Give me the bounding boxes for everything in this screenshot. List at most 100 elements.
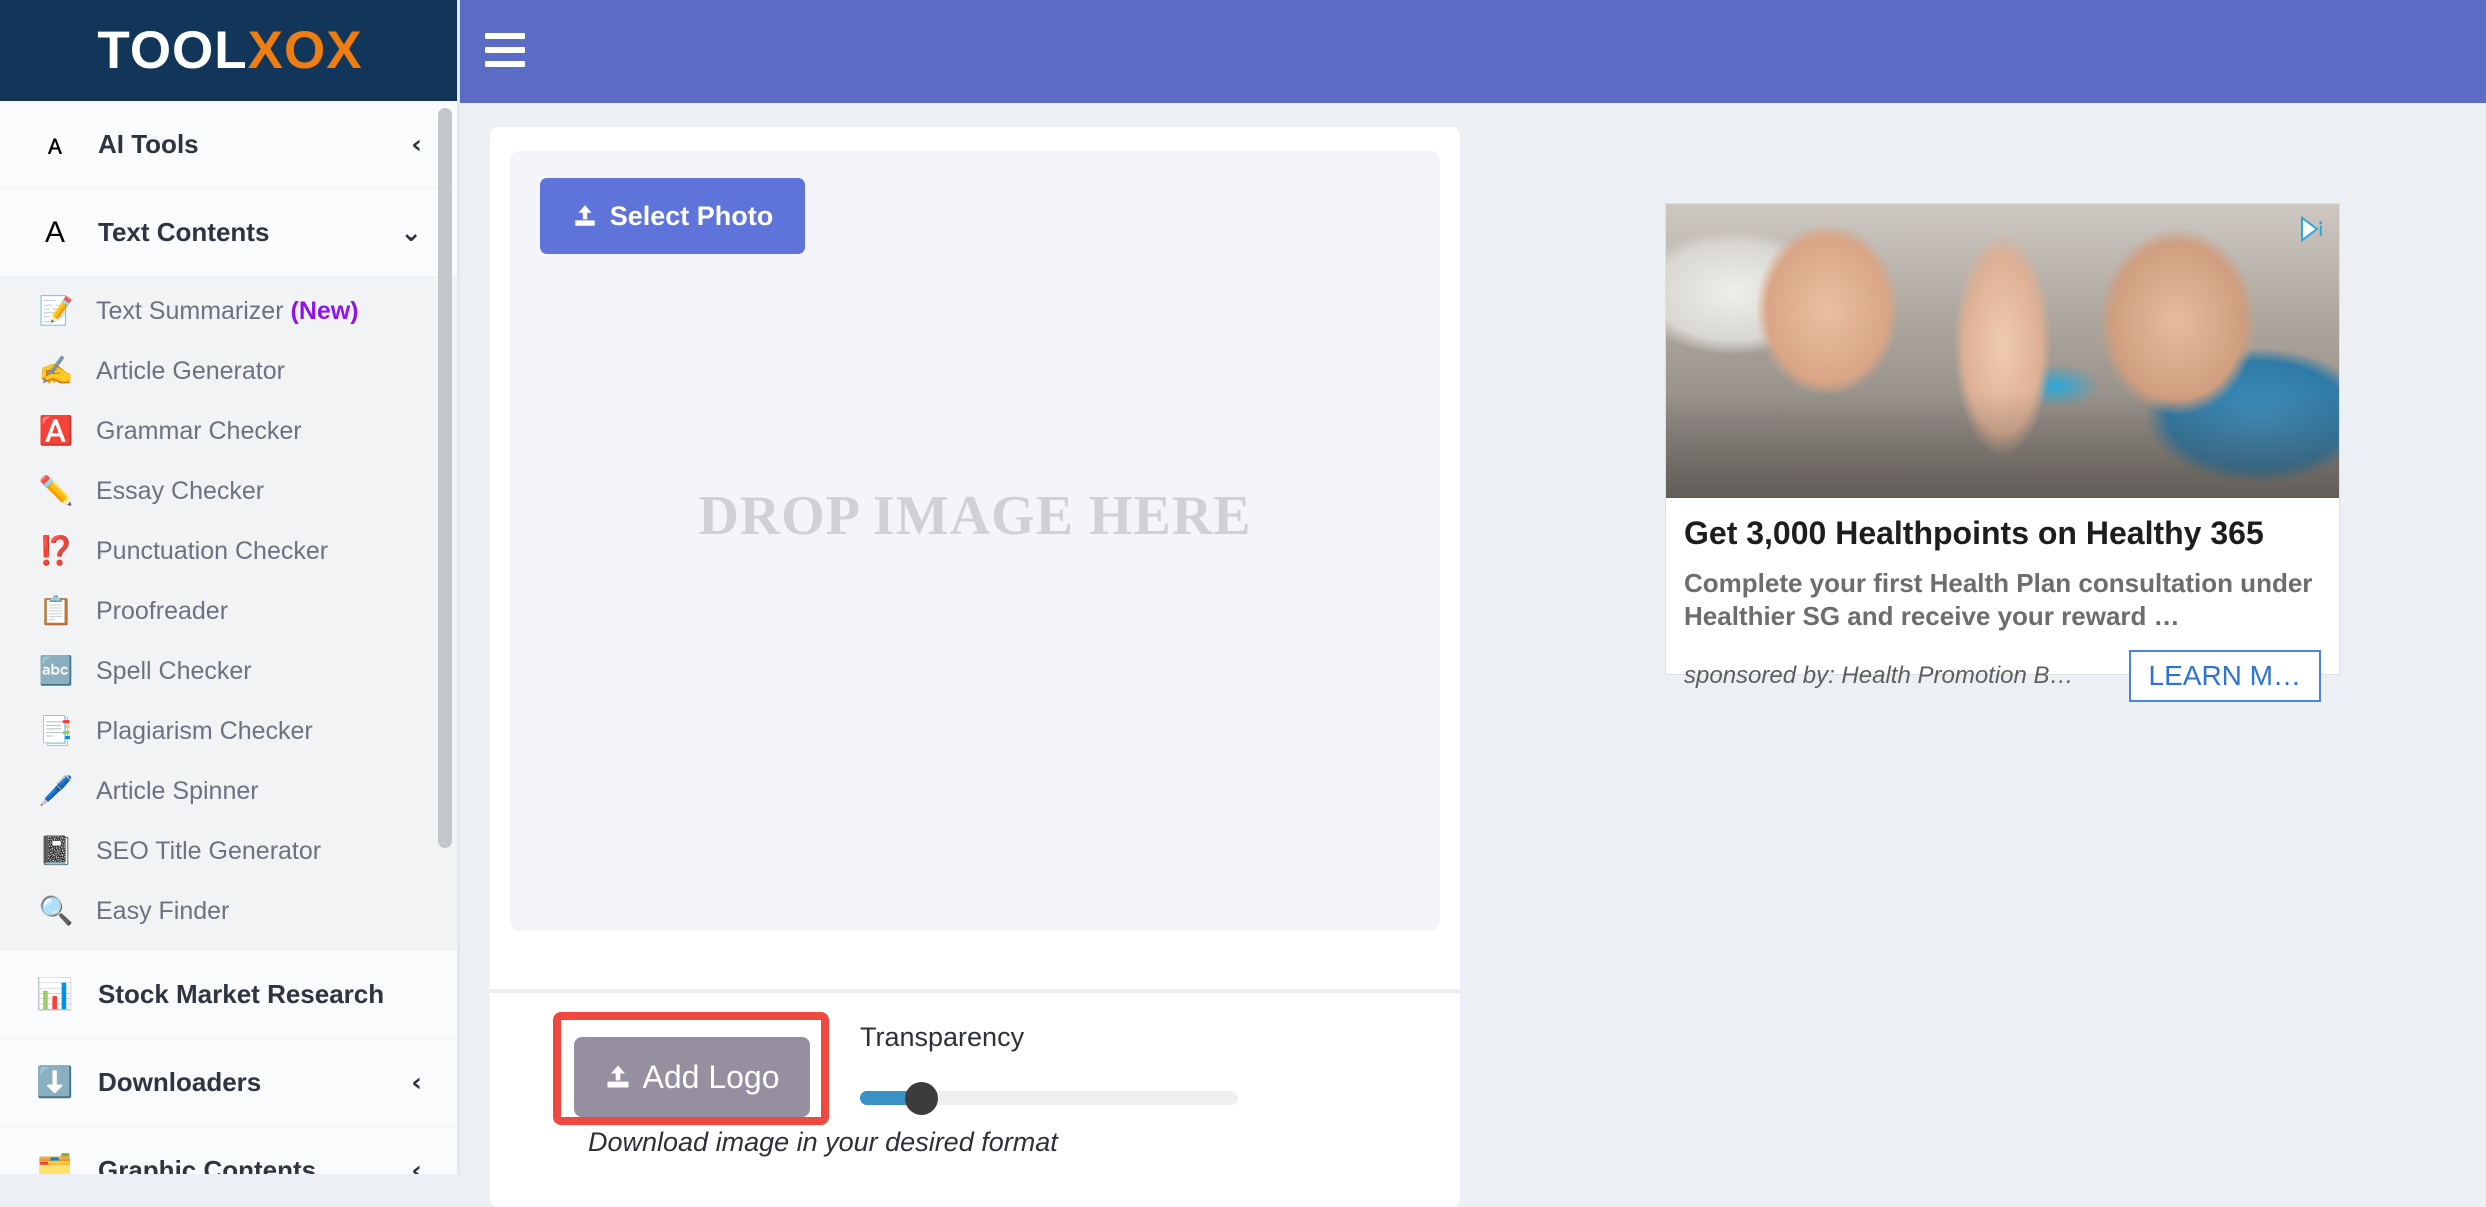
chevron-left-icon[interactable]: ‹ — [411, 130, 422, 160]
ad-photo-shade — [1666, 392, 2339, 498]
spell-checker-icon: 🔤 — [38, 655, 74, 686]
transparency-control: Transparency — [860, 1022, 1260, 1115]
new-badge: (New) — [290, 296, 359, 325]
sidebar-item-proofreader[interactable]: 📋 Proofreader — [0, 581, 460, 641]
transparency-label: Transparency — [860, 1022, 1025, 1052]
sidebar-item-label: Spell Checker — [96, 657, 252, 686]
sidebar-item-article-generator[interactable]: ✍️ Article Generator — [0, 341, 460, 401]
sidebar-item-text: Essay Checker — [96, 476, 265, 505]
hamburger-line — [485, 33, 525, 39]
sidebar-item-text: Grammar Checker — [96, 416, 302, 445]
sidebar-item-label: Proofreader — [96, 597, 228, 626]
sidebar-item-label: Easy Finder — [96, 897, 229, 926]
sidebar-item-punctuation-checker[interactable]: ⁉️ Punctuation Checker — [0, 521, 460, 581]
ad-body: Get 3,000 Healthpoints on Healthy 365 Co… — [1666, 498, 2339, 716]
punctuation-checker-icon: ⁉️ — [38, 535, 74, 566]
downloaders-icon: ⬇️ — [36, 1065, 74, 1099]
text-contents-icon: A — [44, 215, 65, 249]
sidebar-item-label: Grammar Checker — [96, 417, 302, 446]
download-note: Download image in your desired format — [588, 1127, 1058, 1157]
sidebar-group-label: Graphic Contents — [98, 1155, 317, 1174]
transparency-slider[interactable] — [860, 1081, 1238, 1115]
sidebar-item-text: SEO Title Generator — [96, 836, 322, 865]
sidebar-group-label: Stock Market Research — [98, 979, 385, 1009]
main-content: Select Photo DROP IMAGE HERE Add Logo Tr… — [460, 103, 2486, 1207]
chevron-left-icon[interactable]: ‹ — [411, 1156, 422, 1175]
hamburger-line — [485, 61, 525, 67]
brand-text: TOOLXOX — [97, 20, 362, 81]
sidebar-nav: ᴀ AI Tools ‹ A Text Contents ⌄ 📝 Text Summarize… — [0, 101, 460, 1174]
tool-card: Select Photo DROP IMAGE HERE Add Logo Tr… — [490, 127, 1460, 1207]
add-logo-label: Add Logo — [642, 1058, 780, 1095]
plagiarism-checker-icon: 📑 — [38, 715, 74, 746]
chevron-down-icon[interactable]: ⌄ — [400, 218, 422, 248]
article-generator-icon: ✍️ — [38, 355, 74, 386]
sidebar-item-text: Easy Finder — [96, 896, 230, 925]
stock-market-icon: 📊 — [36, 977, 74, 1011]
ad-footer: sponsored by: Health Promotion B… LEARN … — [1684, 650, 2321, 703]
grammar-checker-icon: 🅰️ — [38, 415, 74, 446]
sidebar-group-label: Downloaders — [98, 1067, 262, 1097]
brand-word-primary: TOOL — [97, 21, 248, 80]
slider-fill — [860, 1091, 910, 1105]
article-spinner-icon: 🖊️ — [38, 775, 74, 806]
sidebar-group-ai-tools[interactable]: ᴀ AI Tools ‹ — [0, 101, 460, 189]
top-bar — [460, 0, 2486, 103]
essay-checker-icon: ✏️ — [38, 475, 74, 506]
ad-title: Get 3,000 Healthpoints on Healthy 365 — [1684, 515, 2264, 551]
upload-icon — [604, 1063, 632, 1091]
hamburger-line — [485, 47, 525, 53]
sidebar-item-text: Plagiarism Checker — [96, 716, 313, 745]
hamburger-icon[interactable] — [485, 33, 525, 67]
sidebar-item-text: Spell Checker — [96, 656, 252, 685]
sidebar-item-label: SEO Title Generator — [96, 837, 321, 866]
sidebar-item-article-spinner[interactable]: 🖊️ Article Spinner — [0, 761, 460, 821]
upload-icon — [572, 203, 598, 229]
sidebar-item-label: Text Summarizer (New) — [96, 297, 359, 326]
ad-learn-more-button[interactable]: LEARN M… — [2128, 650, 2321, 703]
slider-thumb[interactable] — [905, 1082, 938, 1115]
seo-title-generator-icon: 📓 — [38, 835, 74, 866]
sidebar-item-text-summarizer[interactable]: 📝 Text Summarizer (New) — [0, 281, 460, 341]
sidebar-item-label: Article Generator — [96, 357, 285, 386]
select-photo-label: Select Photo — [609, 200, 774, 231]
ad-image[interactable] — [1666, 204, 2339, 498]
sidebar-item-text: Punctuation Checker — [96, 536, 329, 565]
sidebar-group-downloaders[interactable]: ⬇️ Downloaders ‹ — [0, 1039, 460, 1127]
sidebar-subgroup-text-contents: 📝 Text Summarizer (New) ✍️ Article Generato… — [0, 277, 460, 951]
sidebar-group-stock-market-research[interactable]: 📊 Stock Market Research — [0, 951, 460, 1039]
sidebar-item-grammar-checker[interactable]: 🅰️ Grammar Checker — [0, 401, 460, 461]
sidebar-item-plagiarism-checker[interactable]: 📑 Plagiarism Checker — [0, 701, 460, 761]
sidebar-item-essay-checker[interactable]: ✏️ Essay Checker — [0, 461, 460, 521]
sidebar-item-text: Article Spinner — [96, 776, 259, 805]
add-logo-highlight-box: Add Logo — [553, 1012, 829, 1125]
sidebar-item-spell-checker[interactable]: 🔤 Spell Checker — [0, 641, 460, 701]
sidebar-item-label: Plagiarism Checker — [96, 717, 313, 746]
sidebar-scrollbar-thumb[interactable] — [438, 108, 452, 848]
sidebar-group-graphic-contents[interactable]: 🗂️ Graphic Contents ‹ — [0, 1127, 460, 1174]
sidebar-item-easy-finder[interactable]: 🔍 Easy Finder — [0, 881, 460, 941]
brand-logo[interactable]: TOOLXOX — [0, 0, 460, 101]
add-logo-button[interactable]: Add Logo — [574, 1037, 810, 1117]
sidebar-group-text-contents[interactable]: A Text Contents ⌄ — [0, 189, 460, 277]
image-dropzone[interactable]: Select Photo DROP IMAGE HERE — [510, 151, 1440, 931]
sidebar-item-label: Punctuation Checker — [96, 537, 328, 566]
section-divider — [490, 989, 1460, 993]
select-photo-button[interactable]: Select Photo — [540, 178, 805, 254]
proofreader-icon: 📋 — [38, 595, 74, 626]
chevron-left-icon[interactable]: ‹ — [411, 1068, 422, 1098]
easy-finder-icon: 🔍 — [38, 895, 74, 926]
adchoices-icon[interactable] — [2295, 212, 2329, 246]
sidebar-item-label: Article Spinner — [96, 777, 259, 806]
sidebar-item-seo-title-generator[interactable]: 📓 SEO Title Generator — [0, 821, 460, 881]
ai-tools-icon: ᴀ — [47, 127, 63, 161]
sidebar: TOOLXOX ᴀ AI Tools ‹ A Text Contents ⌄ 📝 Text S… — [0, 0, 460, 1174]
ad-description: Complete your first Health Plan consulta… — [1684, 568, 2313, 631]
advertisement-card[interactable]: Get 3,000 Healthpoints on Healthy 365 Co… — [1665, 203, 2340, 703]
ad-sponsor-text: sponsored by: Health Promotion B… — [1684, 662, 2074, 690]
sidebar-group-label: AI Tools — [98, 129, 199, 159]
sidebar-item-text: Article Generator — [96, 356, 285, 385]
sidebar-item-text: Text Summarizer — [96, 296, 284, 325]
brand-word-accent: XOX — [247, 21, 363, 80]
text-summarizer-icon: 📝 — [38, 295, 74, 326]
